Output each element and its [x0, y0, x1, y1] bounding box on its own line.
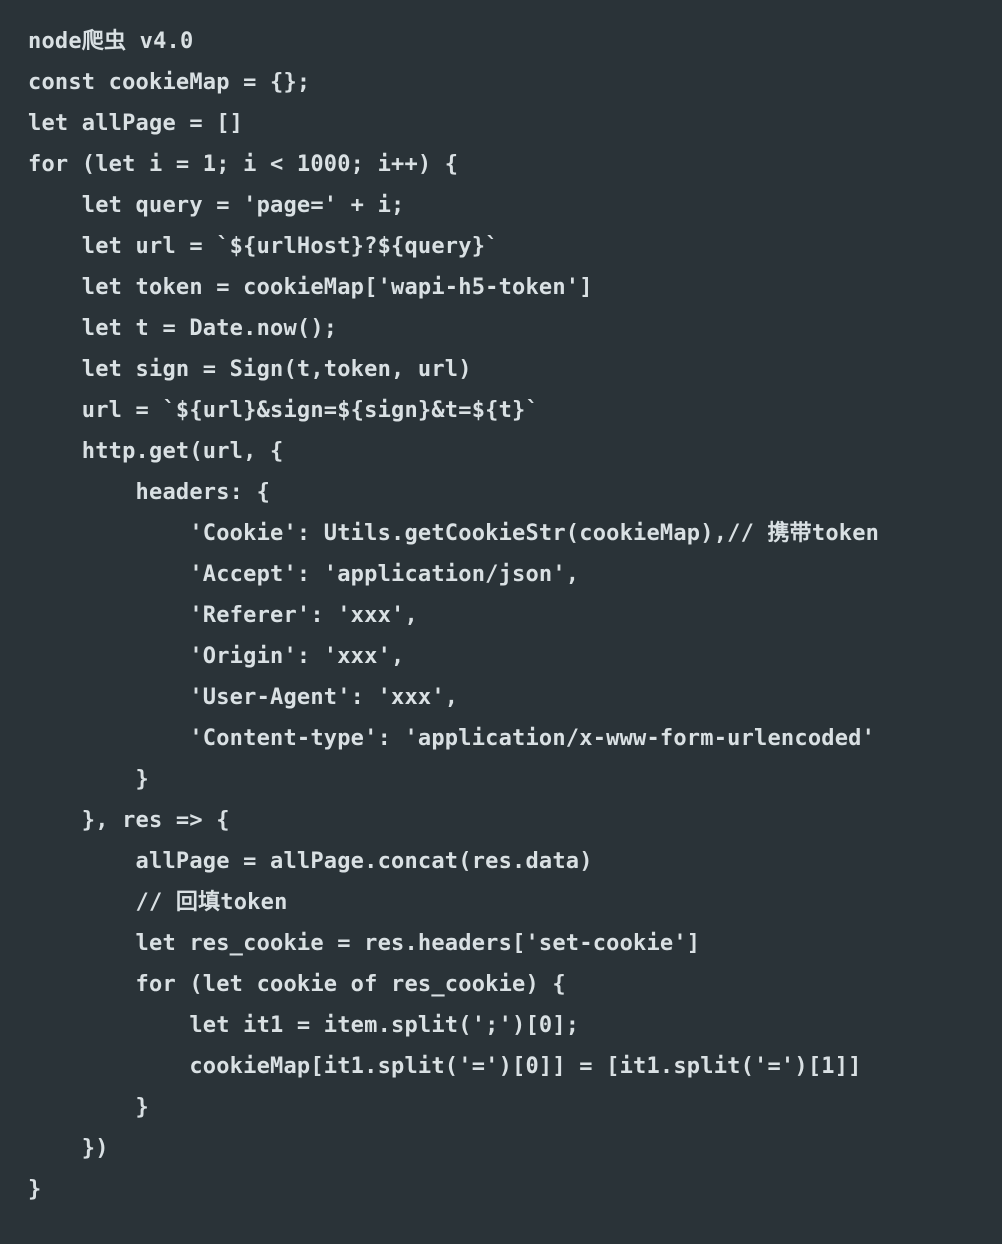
- code-content: node爬虫 v4.0 const cookieMap = {}; let al…: [28, 29, 879, 1202]
- code-block: node爬虫 v4.0 const cookieMap = {}; let al…: [0, 0, 1002, 1233]
